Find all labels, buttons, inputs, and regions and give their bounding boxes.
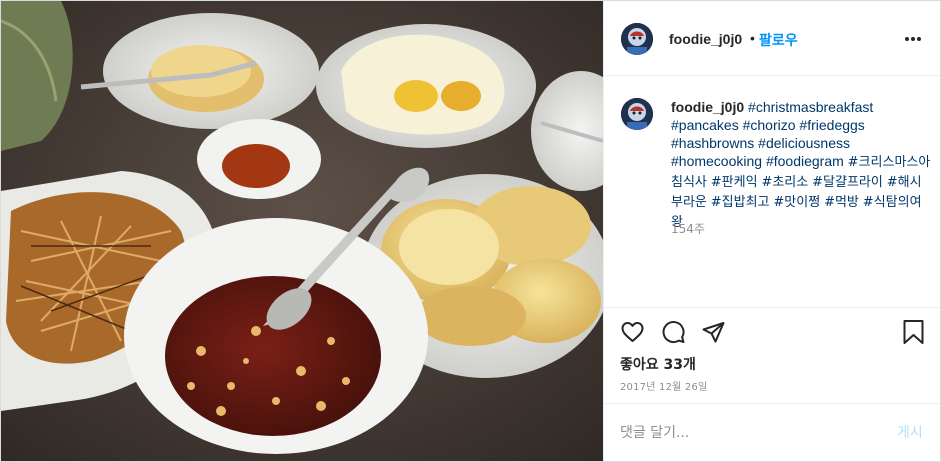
avatar-image: [621, 98, 653, 130]
hashtag-link[interactable]: #christmasbreakfast: [748, 99, 873, 115]
hashtag-link[interactable]: #맛이쩡: [773, 195, 820, 210]
share-icon[interactable]: [701, 320, 726, 349]
caption-avatar[interactable]: [621, 98, 653, 130]
separator-dot: •: [750, 30, 755, 46]
hashtag-link[interactable]: #chorizo: [743, 117, 796, 133]
hashtag-link[interactable]: #foodiegram: [766, 153, 844, 169]
hashtag-link[interactable]: #friedeggs: [799, 117, 864, 133]
post-photo[interactable]: [1, 1, 603, 461]
hashtag-link[interactable]: #집밥최고: [711, 195, 770, 210]
comment-icon[interactable]: [661, 320, 686, 349]
hashtag-link[interactable]: #homecooking: [671, 153, 762, 169]
heart-icon[interactable]: [620, 320, 645, 349]
hashtag-link[interactable]: #초리소: [761, 175, 808, 190]
post-comment-button[interactable]: 게시: [897, 422, 923, 442]
post-dialog: foodie_j0j0 • 팔로우 foodie_j0j0 #christmas…: [0, 0, 941, 462]
post-date: 2017년 12월 26일: [620, 382, 708, 393]
hashtag-link[interactable]: #판케익: [711, 175, 758, 190]
post-caption: foodie_j0j0 #christmasbreakfast #pancake…: [671, 98, 933, 232]
hashtag-link[interactable]: #달걀프라이: [812, 175, 883, 190]
likes-count[interactable]: 좋아요 33개: [620, 354, 696, 374]
comment-box: 게시: [604, 403, 940, 461]
avatar-image: [621, 23, 653, 55]
caption-time[interactable]: 154주: [671, 220, 705, 237]
post-username[interactable]: foodie_j0j0: [669, 31, 742, 47]
post-actions: 좋아요 33개 2017년 12월 26일: [604, 307, 940, 404]
avatar[interactable]: [621, 23, 653, 55]
hashtag-link[interactable]: #hashbrowns: [671, 135, 754, 151]
post-side-panel: foodie_j0j0 • 팔로우 foodie_j0j0 #christmas…: [603, 1, 940, 461]
post-header: foodie_j0j0 • 팔로우: [604, 1, 940, 76]
caption-username[interactable]: foodie_j0j0: [671, 99, 744, 115]
comment-input[interactable]: [620, 422, 860, 444]
bookmark-icon[interactable]: [902, 320, 925, 349]
follow-button[interactable]: 팔로우: [759, 30, 798, 50]
hashtag-link[interactable]: #pancakes: [671, 117, 739, 133]
hashtag-link[interactable]: #먹방: [824, 195, 859, 210]
more-options-icon[interactable]: [905, 37, 921, 41]
food-photo-illustration: [1, 1, 603, 461]
hashtag-link[interactable]: #deliciousness: [758, 135, 850, 151]
